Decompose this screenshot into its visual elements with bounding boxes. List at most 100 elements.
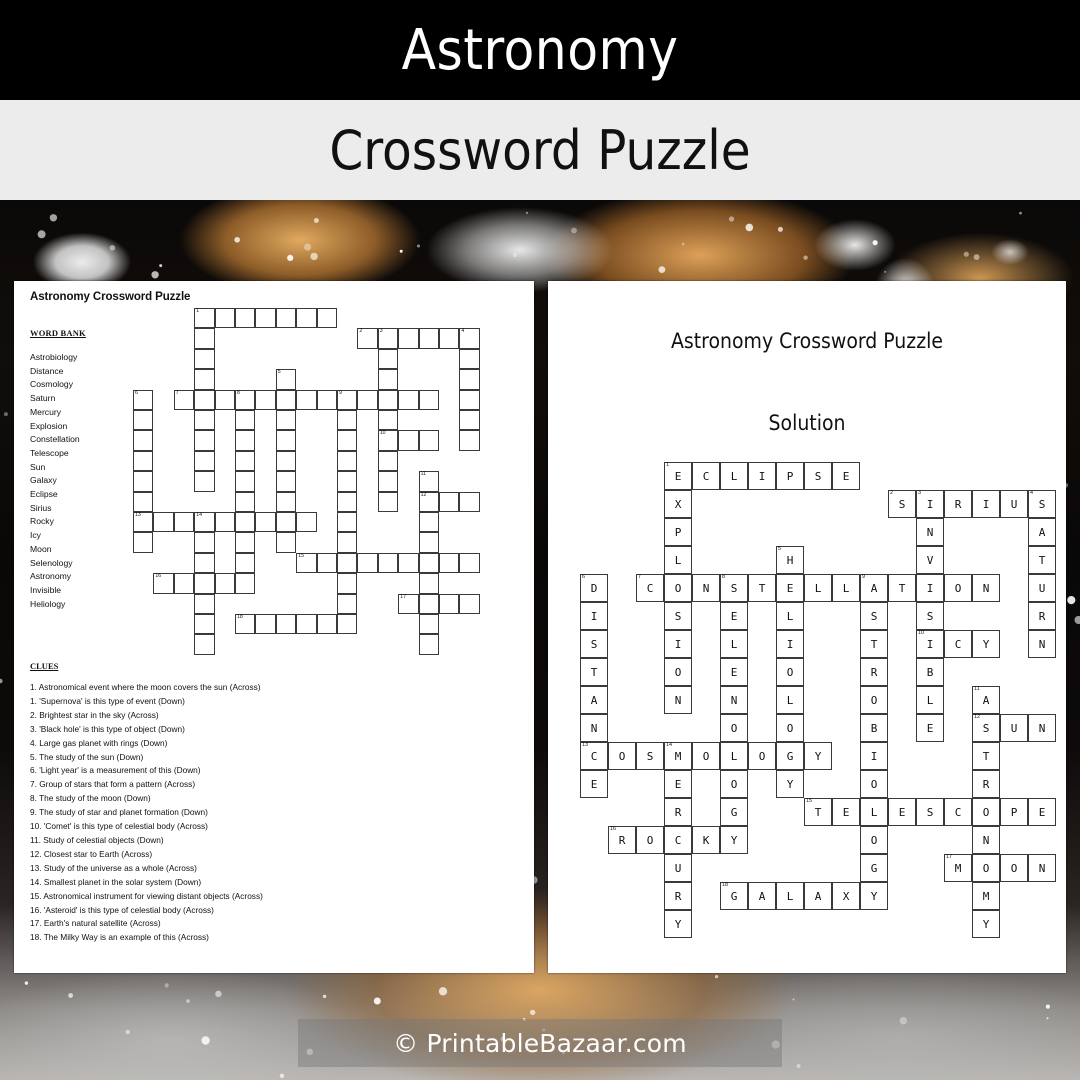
crossword-cell[interactable]: Y <box>275 532 297 553</box>
crossword-cell[interactable]: E <box>459 552 480 574</box>
crossword-cell[interactable]: T <box>459 369 480 390</box>
crossword-cell[interactable]: O <box>153 512 174 533</box>
crossword-cell[interactable]: O <box>275 491 297 512</box>
crossword-cell[interactable]: 14M <box>194 512 215 533</box>
crossword-cell[interactable]: L <box>275 614 297 635</box>
crossword-cell[interactable]: L <box>235 430 256 451</box>
crossword-cell[interactable]: R <box>337 450 358 472</box>
crossword-cell[interactable]: Y <box>418 430 439 451</box>
crossword-cell[interactable]: 11A <box>418 471 439 492</box>
crossword-cell[interactable]: L <box>275 410 297 431</box>
crossword-cell[interactable]: E <box>235 410 256 431</box>
crossword-cell[interactable]: K <box>214 573 235 594</box>
crossword-cell[interactable]: 15T <box>296 552 317 574</box>
crossword-cell[interactable]: S <box>194 410 215 431</box>
crossword-cell[interactable]: R <box>398 328 419 349</box>
crossword-cell[interactable]: R <box>459 410 480 431</box>
crossword-cell[interactable]: E <box>133 532 154 553</box>
crossword-cell[interactable]: I <box>133 410 154 431</box>
crossword-cell[interactable]: 6D <box>133 389 154 410</box>
crossword-cell[interactable]: 2S <box>357 328 378 349</box>
crossword-cell[interactable]: O <box>235 532 256 553</box>
crossword-cell[interactable]: L <box>337 552 358 574</box>
crossword-cell[interactable]: O <box>439 593 460 614</box>
crossword-cell[interactable]: I <box>337 512 358 533</box>
crossword-cell[interactable]: T <box>418 512 439 533</box>
crossword-cell[interactable]: E <box>194 532 215 553</box>
crossword-cell[interactable]: A <box>459 348 480 370</box>
crossword-cell[interactable]: 8S <box>235 389 256 410</box>
crossword-cell[interactable]: U <box>459 389 480 410</box>
crossword-cell[interactable]: A <box>255 614 276 635</box>
crossword-cell[interactable]: Y <box>235 573 256 594</box>
crossword-cell[interactable]: I <box>418 328 439 349</box>
crossword-cell[interactable]: L <box>194 369 215 390</box>
crossword-cell[interactable]: M <box>418 614 439 635</box>
crossword-cell[interactable]: O <box>418 593 439 614</box>
crossword-cell[interactable]: S <box>377 552 399 574</box>
crossword-cell[interactable]: Y <box>194 634 215 655</box>
crossword-cell[interactable]: V <box>377 369 399 390</box>
crossword-cell[interactable]: O <box>235 491 256 512</box>
crossword-cell[interactable]: O <box>398 389 419 410</box>
crossword-cell[interactable]: B <box>377 450 399 472</box>
crossword-cell[interactable]: 1E <box>194 308 215 329</box>
crossword-cell[interactable]: B <box>337 491 358 512</box>
crossword-cell[interactable]: X <box>316 614 337 635</box>
crossword-cell[interactable]: 10I <box>377 430 399 451</box>
crossword-cell[interactable]: 7C <box>173 389 195 410</box>
crossword-cell[interactable]: G <box>275 512 297 533</box>
crossword-cell[interactable]: I <box>255 308 276 329</box>
crossword-cell[interactable]: E <box>377 491 399 512</box>
crossword-cell[interactable]: O <box>255 512 276 533</box>
crossword-cell[interactable]: P <box>439 552 460 574</box>
crossword-cell[interactable]: T <box>133 450 154 472</box>
crossword-cell[interactable]: X <box>194 328 215 349</box>
crossword-cell[interactable]: E <box>275 389 297 410</box>
crossword-cell[interactable]: T <box>337 430 358 451</box>
crossword-cell[interactable]: L <box>316 389 337 410</box>
crossword-cell[interactable]: 18G <box>235 614 256 635</box>
crossword-cell[interactable]: N <box>133 491 154 512</box>
crossword-cell[interactable]: L <box>377 471 399 492</box>
crossword-cell[interactable]: S <box>133 430 154 451</box>
crossword-cell[interactable]: L <box>235 308 256 329</box>
crossword-cell[interactable]: S <box>296 308 317 329</box>
crossword-cell[interactable]: C <box>398 552 419 574</box>
crossword-cell[interactable]: 5H <box>275 369 297 390</box>
crossword-cell[interactable]: 12S <box>418 491 439 512</box>
crossword-cell[interactable]: N <box>418 573 439 594</box>
crossword-cell[interactable]: Y <box>418 634 439 655</box>
crossword-cell[interactable]: I <box>194 430 215 451</box>
crossword-cell[interactable]: E <box>235 450 256 472</box>
crossword-cell[interactable]: U <box>439 491 460 512</box>
crossword-cell[interactable]: O <box>275 450 297 472</box>
crossword-cell[interactable]: Y <box>337 614 358 635</box>
crossword-cell[interactable]: R <box>418 532 439 553</box>
crossword-cell[interactable]: I <box>275 430 297 451</box>
crossword-cell[interactable]: C <box>214 308 235 329</box>
crossword-cell[interactable]: 4S <box>459 328 480 349</box>
crossword-cell[interactable]: L <box>275 471 297 492</box>
crossword-cell[interactable]: O <box>418 552 439 574</box>
crossword-cell[interactable]: C <box>398 430 419 451</box>
crossword-cell[interactable]: 3I <box>377 328 399 349</box>
crossword-cell[interactable]: N <box>418 389 439 410</box>
crossword-cell[interactable]: O <box>337 573 358 594</box>
crossword-cell[interactable]: T <box>255 389 276 410</box>
crossword-cell[interactable]: R <box>194 614 215 635</box>
crossword-cell[interactable]: P <box>275 308 297 329</box>
crossword-cell[interactable]: U <box>194 593 215 614</box>
crossword-cell[interactable]: P <box>194 348 215 370</box>
crossword-cell[interactable]: O <box>194 450 215 472</box>
crossword-cell[interactable]: 9A <box>337 389 358 410</box>
crossword-cell[interactable]: O <box>337 471 358 492</box>
crossword-cell[interactable]: S <box>173 512 195 533</box>
crossword-cell[interactable]: T <box>357 389 378 410</box>
crossword-cell[interactable]: O <box>214 512 235 533</box>
crossword-cell[interactable]: L <box>296 389 317 410</box>
crossword-cell[interactable]: N <box>194 471 215 492</box>
crossword-cell[interactable]: 16R <box>153 573 174 594</box>
crossword-cell[interactable]: N <box>459 593 480 614</box>
crossword-cell[interactable]: G <box>337 593 358 614</box>
